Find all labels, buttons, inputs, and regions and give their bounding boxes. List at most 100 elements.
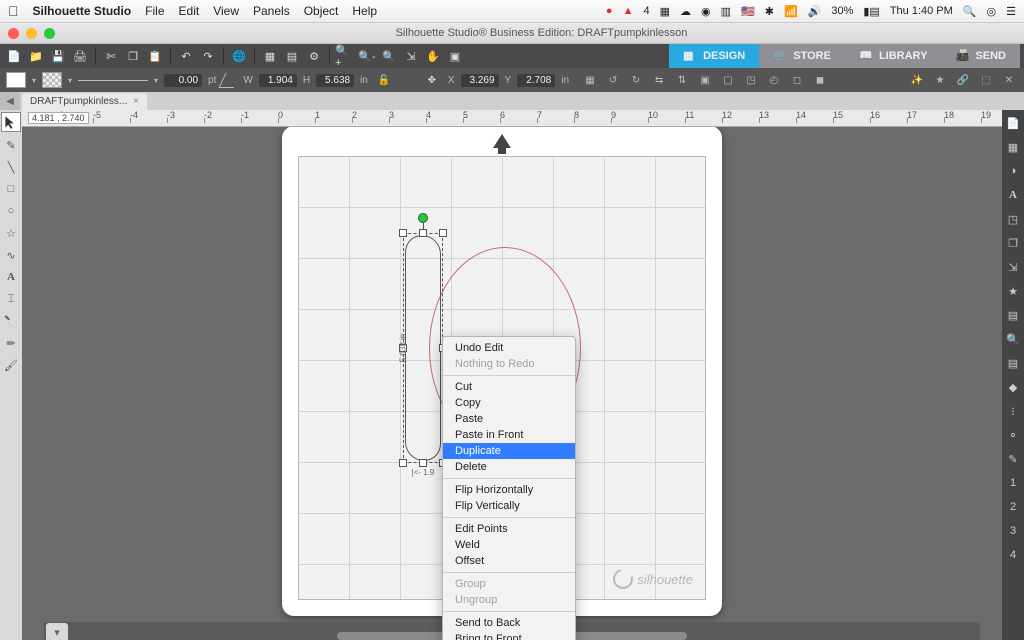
- siri-icon[interactable]: ◎: [987, 5, 997, 18]
- flag-icon[interactable]: 🇺🇸: [741, 5, 755, 18]
- rotate-right-button[interactable]: ↻: [627, 71, 645, 89]
- ellipse-tool[interactable]: ○: [2, 202, 20, 220]
- context-menu-item[interactable]: Delete: [443, 459, 575, 475]
- transform-button[interactable]: ◳: [1004, 210, 1022, 228]
- brush-tool[interactable]: 🖌: [2, 356, 20, 374]
- context-menu-item[interactable]: Offset: [443, 553, 575, 569]
- deselect-button[interactable]: ▤: [282, 46, 302, 66]
- redo-button[interactable]: ↷: [198, 46, 218, 66]
- scale-button[interactable]: ⇲: [1004, 258, 1022, 276]
- cut-button[interactable]: ✄: [101, 46, 121, 66]
- menu-edit[interactable]: Edit: [179, 4, 200, 18]
- menu-file[interactable]: File: [145, 4, 164, 18]
- lock-aspect-button[interactable]: 🔓: [374, 70, 394, 90]
- align-button[interactable]: ▦: [581, 71, 599, 89]
- preset-4-button[interactable]: 4: [1004, 546, 1022, 564]
- modify-button[interactable]: ★: [1004, 282, 1022, 300]
- resize-handle-tm[interactable]: [419, 229, 427, 237]
- minimize-window-button[interactable]: [26, 28, 37, 39]
- context-menu-item[interactable]: Paste in Front: [443, 427, 575, 443]
- menu-view[interactable]: View: [213, 4, 239, 18]
- paste-button[interactable]: 📋: [145, 46, 165, 66]
- send-back-button[interactable]: ▢: [719, 71, 737, 89]
- close-tab-button[interactable]: ×: [133, 96, 139, 107]
- resize-handle-bm[interactable]: [419, 459, 427, 467]
- rotation-handle[interactable]: [418, 213, 428, 223]
- spotlight-icon[interactable]: 🔍: [963, 5, 977, 18]
- group-button[interactable]: ◳: [742, 71, 760, 89]
- width-input[interactable]: 1.904: [259, 74, 297, 87]
- height-input[interactable]: 5.638: [316, 74, 354, 87]
- rotate-left-button[interactable]: ↺: [604, 71, 622, 89]
- replicate-button[interactable]: ❐: [1004, 234, 1022, 252]
- chevron-down-icon[interactable]: ▾: [68, 76, 72, 85]
- mirror-v-button[interactable]: ⇅: [673, 71, 691, 89]
- preset-1-button[interactable]: 1: [1004, 474, 1022, 492]
- fit-button[interactable]: ⇲: [401, 46, 421, 66]
- line-color-swatch[interactable]: [42, 72, 62, 88]
- open-button[interactable]: 📁: [26, 46, 46, 66]
- release-button[interactable]: ◼: [811, 71, 829, 89]
- print-button[interactable]: 🖨: [70, 46, 90, 66]
- sketch-button[interactable]: ✎: [1004, 450, 1022, 468]
- preset-2-button[interactable]: 2: [1004, 498, 1022, 516]
- y-input[interactable]: 2.708: [517, 74, 555, 87]
- notification-center-icon[interactable]: ☰: [1006, 5, 1016, 18]
- grid-settings-button[interactable]: ▦: [1004, 138, 1022, 156]
- context-menu-item[interactable]: Cut: [443, 379, 575, 395]
- bring-front-button[interactable]: ▣: [696, 71, 714, 89]
- compound-button[interactable]: ◻: [788, 71, 806, 89]
- cube-button[interactable]: ⬚: [977, 71, 995, 89]
- link-button[interactable]: 🔗: [954, 71, 972, 89]
- context-menu-item[interactable]: Flip Horizontally: [443, 482, 575, 498]
- emboss-button[interactable]: ◆: [1004, 378, 1022, 396]
- context-menu-item[interactable]: Undo Edit: [443, 340, 575, 356]
- context-menu-item[interactable]: Edit Points: [443, 521, 575, 537]
- page-setup-button[interactable]: 📄: [1004, 114, 1022, 132]
- chevron-down-icon[interactable]: ▾: [154, 76, 158, 85]
- stipple-button[interactable]: ⁝: [1004, 402, 1022, 420]
- volume-icon[interactable]: 🔊: [808, 5, 822, 18]
- undo-button[interactable]: ↶: [176, 46, 196, 66]
- context-menu-item[interactable]: Weld: [443, 537, 575, 553]
- context-menu-item[interactable]: Duplicate: [443, 443, 575, 459]
- close-panel-button[interactable]: ✕: [1000, 71, 1018, 89]
- mirror-h-button[interactable]: ⇆: [650, 71, 668, 89]
- context-menu-item[interactable]: Send to Back: [443, 615, 575, 631]
- eraser-tool[interactable]: ⌶: [2, 290, 20, 308]
- resize-handle-bl[interactable]: [399, 459, 407, 467]
- star-button[interactable]: ★: [931, 71, 949, 89]
- line-tool[interactable]: ╲: [2, 158, 20, 176]
- bluetooth-icon[interactable]: ✱: [765, 5, 774, 18]
- curve-tool[interactable]: ∿: [2, 246, 20, 264]
- menu-panels[interactable]: Panels: [253, 4, 290, 18]
- resize-handle-tl[interactable]: [399, 229, 407, 237]
- ungroup-button[interactable]: ◴: [765, 71, 783, 89]
- context-menu-item[interactable]: Bring to Front: [443, 631, 575, 640]
- context-menu-item[interactable]: Paste: [443, 411, 575, 427]
- close-window-button[interactable]: [8, 28, 19, 39]
- line-style-preview[interactable]: [78, 80, 148, 81]
- globe-button[interactable]: 🌐: [229, 46, 249, 66]
- knife-tool[interactable]: 🔪: [2, 312, 20, 330]
- apple-menu-icon[interactable]: : [8, 3, 19, 19]
- line-weight-input[interactable]: 0.00: [164, 74, 202, 87]
- x-input[interactable]: 3.269: [461, 74, 499, 87]
- pan-button[interactable]: ✋: [423, 46, 443, 66]
- zoom-area-button[interactable]: ▣: [445, 46, 465, 66]
- clock[interactable]: Thu 1:40 PM: [890, 5, 953, 17]
- page-thumbnail[interactable]: ▾: [46, 623, 68, 640]
- new-file-button[interactable]: 📄: [4, 46, 24, 66]
- tab-library[interactable]: 📖LIBRARY: [845, 44, 941, 68]
- menu-help[interactable]: Help: [352, 4, 377, 18]
- draw-tool[interactable]: ✏: [2, 334, 20, 352]
- zoom-out-button[interactable]: 🔍-: [357, 46, 377, 66]
- tab-send[interactable]: 📠SEND: [941, 44, 1020, 68]
- layers-button[interactable]: ▤: [1004, 354, 1022, 372]
- text-style-button[interactable]: A: [1004, 186, 1022, 204]
- zoom-in-button[interactable]: 🔍+: [335, 46, 355, 66]
- context-menu-item[interactable]: Copy: [443, 395, 575, 411]
- tab-scroll-left[interactable]: ◀: [0, 92, 20, 110]
- canvas-area[interactable]: 4.181 , 2.740 -6-5-4-3-2-101234567891011…: [22, 110, 1002, 640]
- trace-button[interactable]: 🔍: [1004, 330, 1022, 348]
